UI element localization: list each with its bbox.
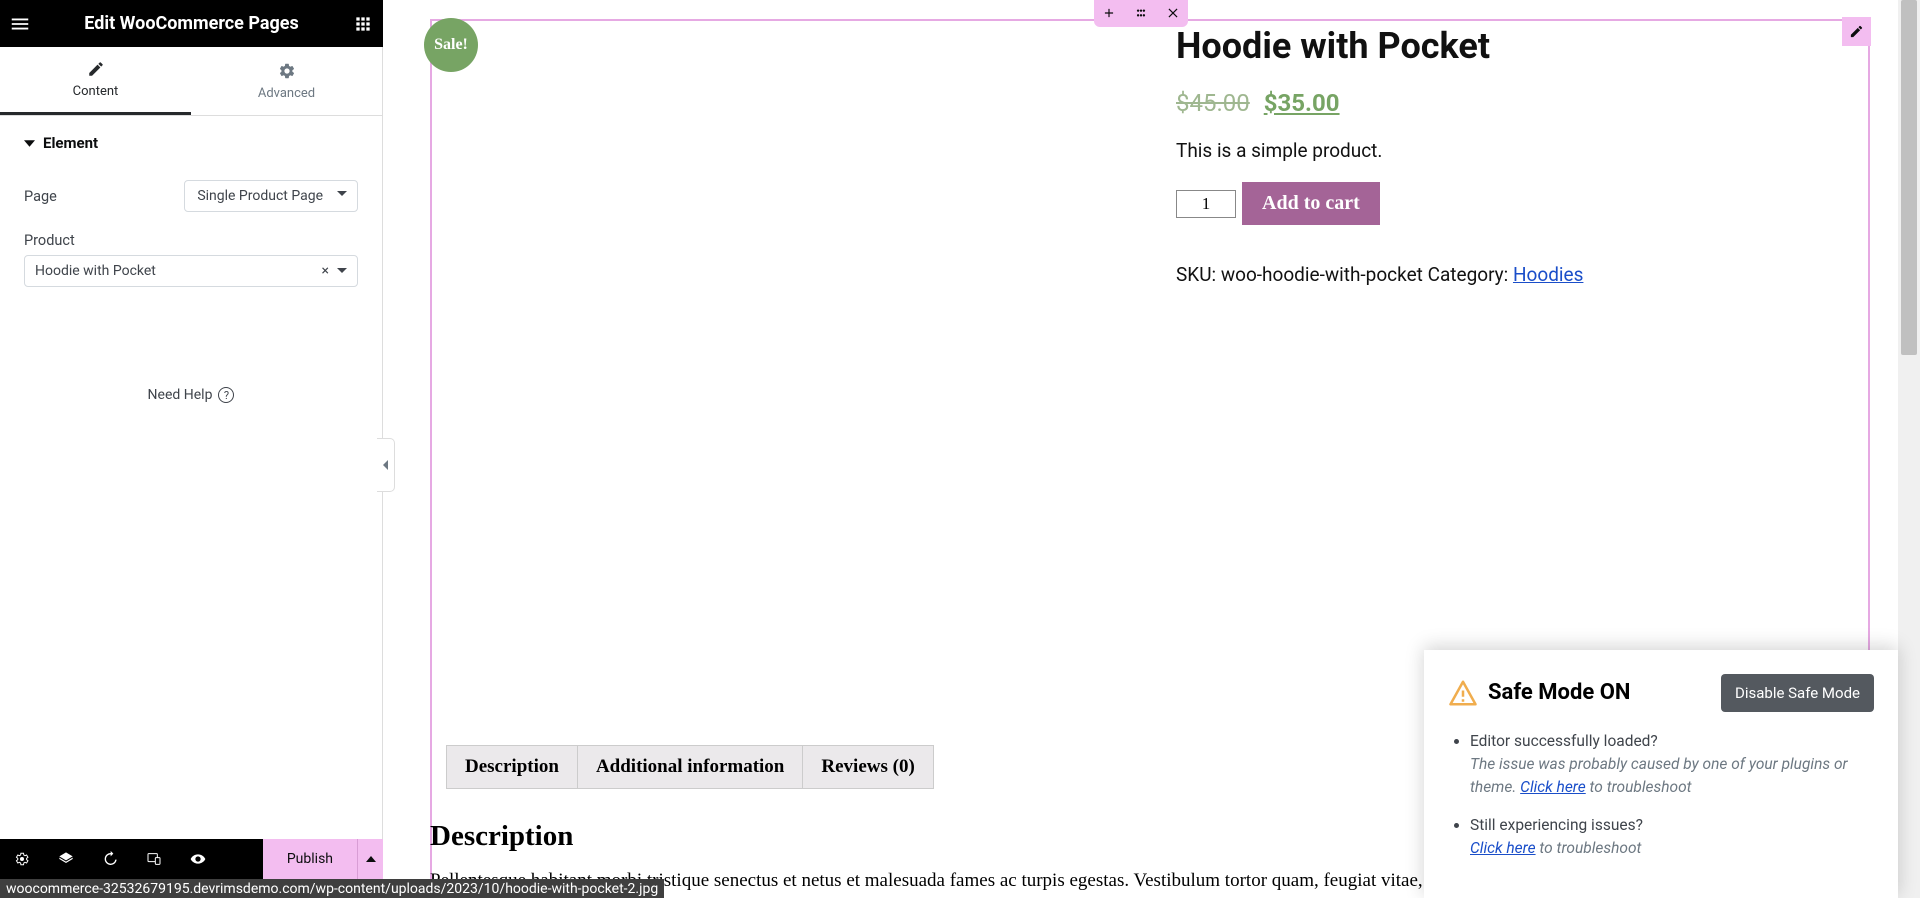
- sm-line2: Still experiencing issues?: [1470, 816, 1643, 834]
- caret-down-icon: [24, 138, 35, 149]
- preview-button[interactable]: [176, 839, 220, 879]
- widget-controls: [1094, 0, 1188, 27]
- section-element-label: Element: [43, 134, 98, 152]
- apps-button[interactable]: [343, 0, 383, 47]
- sm-trouble1: to troubleshoot: [1586, 778, 1692, 796]
- status-url-text: woocommerce-32532679195.devrimsdemo.com/…: [6, 881, 658, 897]
- sidebar-panel: Content Advanced Element Page Single Pro…: [0, 47, 383, 898]
- add-to-cart-button[interactable]: Add to cart: [1242, 182, 1380, 225]
- page-label: Page: [24, 188, 184, 205]
- vertical-scrollbar[interactable]: [1898, 0, 1920, 898]
- description-heading: Description: [430, 820, 573, 853]
- settings-button[interactable]: [0, 839, 44, 879]
- product-clear-button[interactable]: ×: [322, 263, 329, 279]
- drag-icon: [1134, 6, 1148, 20]
- tab-advanced[interactable]: Advanced: [191, 47, 382, 115]
- sale-badge: Sale!: [424, 18, 478, 72]
- sm-troubleshoot-link-2[interactable]: Click here: [1470, 839, 1536, 857]
- widget-drag-handle[interactable]: [1132, 4, 1150, 22]
- publish-label: Publish: [287, 851, 333, 867]
- tab-content-label: Content: [73, 84, 119, 99]
- safe-mode-list: Editor successfully loaded? The issue wa…: [1448, 730, 1874, 860]
- sm-troubleshoot-link-1[interactable]: Click here: [1520, 778, 1586, 796]
- plus-icon: [1102, 6, 1116, 20]
- category-label: Category:: [1423, 263, 1513, 286]
- sku-value: woo-hoodie-with-pocket: [1221, 263, 1423, 286]
- chevron-left-icon: [381, 460, 391, 470]
- safe-mode-header: Safe Mode ON Disable Safe Mode: [1448, 674, 1874, 712]
- topbar-title: Edit WooCommerce Pages: [40, 13, 343, 34]
- safe-mode-item-1: Editor successfully loaded? The issue wa…: [1470, 730, 1874, 800]
- gear-icon: [278, 62, 296, 80]
- scrollbar-thumb[interactable]: [1901, 0, 1917, 355]
- publish-options-button[interactable]: [357, 839, 383, 879]
- page-row: Page Single Product Page: [0, 170, 382, 222]
- eye-icon: [190, 851, 206, 867]
- collapse-sidebar-button[interactable]: [377, 438, 395, 492]
- safe-mode-item-2: Still experiencing issues? Click here to…: [1470, 814, 1874, 861]
- product-tabs: Description Additional information Revie…: [446, 745, 933, 789]
- revisions-button[interactable]: [44, 839, 88, 879]
- status-url: woocommerce-32532679195.devrimsdemo.com/…: [0, 879, 664, 898]
- sm-line1: Editor successfully loaded?: [1470, 732, 1658, 750]
- widget-close-button[interactable]: [1164, 4, 1182, 22]
- tab-content[interactable]: Content: [0, 47, 191, 115]
- topbar: Edit WooCommerce Pages: [0, 0, 383, 47]
- history-icon: [102, 851, 118, 867]
- tab-advanced-label: Advanced: [258, 86, 315, 101]
- sm-trouble2: to troubleshoot: [1536, 839, 1642, 857]
- bottombar: Publish: [0, 839, 383, 879]
- need-help-label: Need Help: [148, 387, 213, 403]
- product-select-value: Hoodie with Pocket: [35, 263, 156, 279]
- product-select[interactable]: Hoodie with Pocket ×: [24, 255, 358, 287]
- caret-up-icon: [366, 854, 376, 864]
- safe-mode-title: Safe Mode ON: [1488, 680, 1721, 705]
- product-title: Hoodie with Pocket: [1176, 25, 1838, 67]
- quantity-input[interactable]: [1176, 190, 1236, 218]
- hamburger-icon: [9, 13, 31, 35]
- need-help-link[interactable]: Need Help ?: [0, 387, 382, 403]
- apps-grid-icon: [353, 14, 373, 34]
- disable-safe-mode-button[interactable]: Disable Safe Mode: [1721, 674, 1874, 712]
- product-row: Product: [0, 222, 382, 249]
- responsive-button[interactable]: [132, 839, 176, 879]
- safe-mode-panel: Safe Mode ON Disable Safe Mode Editor su…: [1424, 650, 1898, 898]
- widget-edit-button[interactable]: [1842, 17, 1871, 46]
- page-select-value: Single Product Page: [197, 188, 323, 204]
- tab-description[interactable]: Description: [446, 745, 578, 789]
- layers-icon: [58, 851, 74, 867]
- add-to-cart-row: Add to cart: [1176, 182, 1838, 225]
- section-element-header[interactable]: Element: [0, 116, 382, 170]
- responsive-icon: [146, 851, 162, 867]
- tab-reviews[interactable]: Reviews (0): [802, 745, 933, 789]
- category-link[interactable]: Hoodies: [1513, 263, 1583, 286]
- pencil-icon: [1849, 24, 1864, 39]
- warning-icon: [1448, 678, 1478, 708]
- sidebar-tabs: Content Advanced: [0, 47, 382, 116]
- tab-additional-info[interactable]: Additional information: [577, 745, 803, 789]
- product-summary: Hoodie with Pocket $45.00 $35.00 This is…: [1176, 25, 1838, 286]
- history-button[interactable]: [88, 839, 132, 879]
- close-icon: [1166, 6, 1180, 20]
- product-label: Product: [24, 232, 358, 249]
- publish-button[interactable]: Publish: [262, 839, 357, 879]
- widget-add-button[interactable]: [1100, 4, 1118, 22]
- price-old: $45.00: [1176, 89, 1250, 117]
- price-new: $35.00: [1264, 89, 1340, 117]
- pencil-icon: [87, 60, 105, 78]
- product-meta: SKU: woo-hoodie-with-pocket Category: Ho…: [1176, 263, 1838, 286]
- page-select[interactable]: Single Product Page: [184, 180, 358, 212]
- question-icon: ?: [218, 387, 234, 403]
- product-short-description: This is a simple product.: [1176, 139, 1838, 162]
- menu-button[interactable]: [0, 0, 40, 47]
- gear-icon: [14, 851, 30, 867]
- caret-down-icon: [337, 268, 347, 278]
- product-price: $45.00 $35.00: [1176, 89, 1838, 117]
- sku-label: SKU:: [1176, 263, 1221, 286]
